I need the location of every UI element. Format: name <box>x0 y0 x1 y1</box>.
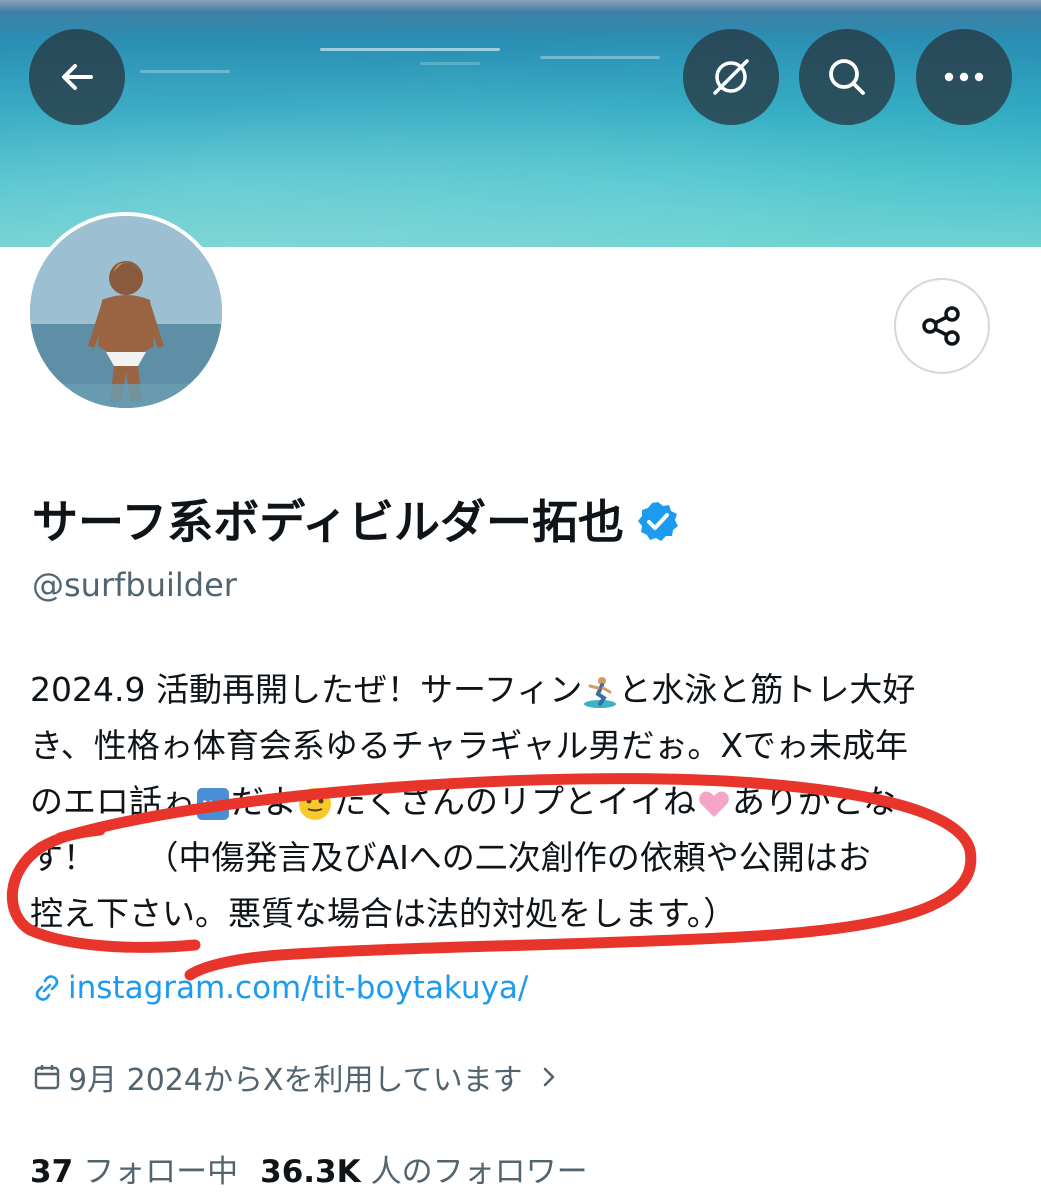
bio-text: と水泳と筋トレ大好 <box>618 670 916 709</box>
pink-heart-emoji-icon <box>699 791 729 817</box>
link-text[interactable]: instagram.com/tit-boytakuya/ <box>68 970 528 1006</box>
svg-text:NG: NG <box>203 797 224 813</box>
no-notifications-icon <box>713 59 749 95</box>
back-button[interactable] <box>29 29 125 125</box>
share-button[interactable] <box>894 278 990 374</box>
bio-text: たくさんのリプとイイね <box>333 782 696 821</box>
share-icon <box>922 306 960 346</box>
more-horizontal-icon <box>944 72 984 82</box>
bio-line: す！ （中傷発言及びAIへの二次創作の依頼や公開はお <box>30 830 1010 886</box>
bio-line: 2024.9 活動再開したぜ！サーフィン と水泳と筋トレ大好 <box>30 662 1010 718</box>
follow-stats: 37 フォロー中 36.3K 人のフォロワー <box>30 1146 588 1191</box>
following-label: フォロー中 <box>83 1154 239 1190</box>
bio-text: 2024.9 活動再開したぜ！サーフィン <box>30 670 583 709</box>
chevron-right-icon <box>543 1067 554 1087</box>
more-button[interactable] <box>916 29 1012 125</box>
joined-text: 9月 2024からXを利用しています <box>68 1063 523 1098</box>
display-name-row: サーフ系ボディビルダー拓也 <box>32 492 680 552</box>
bio-line: 控え下さい。悪質な場合は法的対処をします。） <box>30 886 1010 942</box>
bio-text: だよ <box>231 782 297 821</box>
display-name: サーフ系ボディビルダー拓也 <box>32 495 625 549</box>
following-count: 37 <box>30 1154 74 1190</box>
ng-button-emoji-icon: NG <box>197 787 229 820</box>
link-icon <box>35 975 59 1001</box>
search-button[interactable] <box>799 29 895 125</box>
bio: 2024.9 活動再開したぜ！サーフィン と水泳と筋トレ大好 き、性格ゎ体育会系… <box>30 662 1010 942</box>
bio-text: のエロ話ゎ <box>30 782 195 821</box>
surfer-emoji-icon <box>584 676 617 708</box>
notifications-off-button[interactable] <box>683 29 779 125</box>
following-link[interactable]: 37 フォロー中 <box>30 1146 238 1191</box>
smiley-emoji-icon <box>299 787 331 820</box>
bio-text: す！ （中傷発言及びAIへの二次創作の依頼や公開はお <box>30 838 871 877</box>
search-icon <box>829 59 865 95</box>
calendar-icon <box>34 1065 60 1090</box>
verified-badge-icon[interactable] <box>636 500 680 544</box>
profile-avatar[interactable] <box>26 212 226 412</box>
bio-line: のエロ話ゎ NG だよ たくさんのリプとイイね ありがとな <box>30 774 1010 830</box>
profile-link[interactable]: instagram.com/tit-boytakuya/ <box>32 970 528 1006</box>
joined-date[interactable]: 9月 2024からXを利用しています <box>32 1055 561 1099</box>
bio-line: き、性格ゎ体育会系ゆるチャラギャル男だぉ。Xでゎ未成年 <box>30 718 1010 774</box>
arrow-left-icon <box>62 64 93 90</box>
followers-label: 人のフォロワー <box>370 1154 588 1190</box>
avatar-photo <box>30 216 222 408</box>
handle: @surfbuilder <box>32 566 237 604</box>
bio-text: ありがとな <box>732 782 897 821</box>
followers-link[interactable]: 36.3K 人のフォロワー <box>260 1146 588 1191</box>
bio-text: 控え下さい。悪質な場合は法的対処をします。） <box>30 894 737 933</box>
followers-count: 36.3K <box>260 1154 361 1190</box>
bio-text: き、性格ゎ体育会系ゆるチャラギャル男だぉ。Xでゎ未成年 <box>30 726 908 765</box>
profile-banner[interactable] <box>0 0 1041 247</box>
